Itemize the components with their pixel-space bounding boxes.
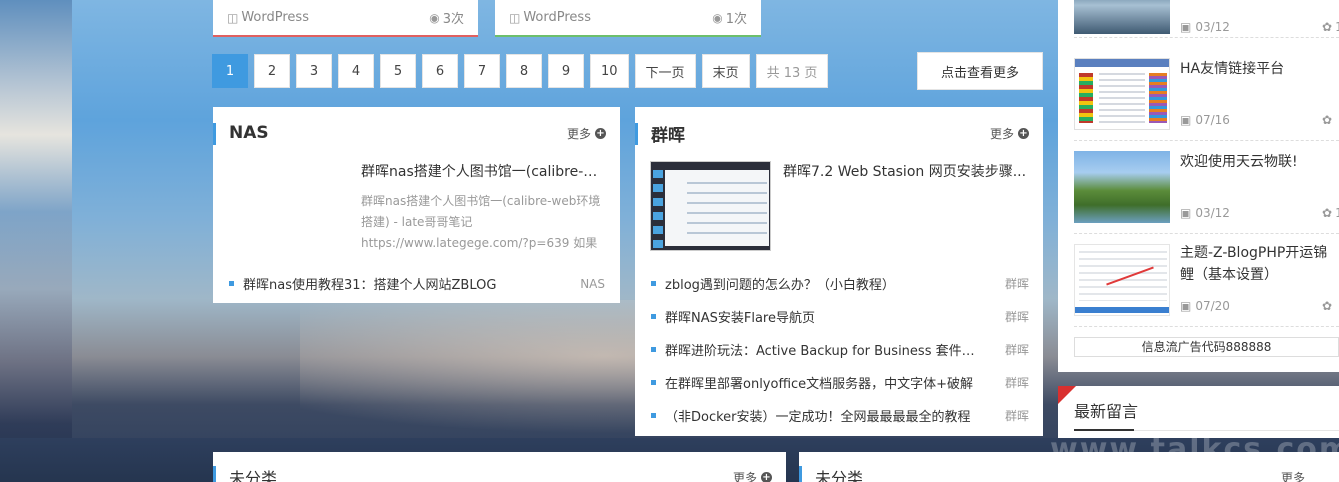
- page-1-button[interactable]: 1: [212, 54, 248, 88]
- page-2-button[interactable]: 2: [254, 54, 290, 88]
- featured-article-title[interactable]: 群晖nas搭建个人图书馆一(calibre-web环境搭建): [361, 161, 607, 181]
- calendar-icon: ▣: [1180, 20, 1192, 34]
- latest-comments-widget: 最新留言: [1058, 386, 1339, 438]
- watermark: www.talkcs.com: [1050, 432, 1339, 467]
- bullet-icon: [651, 314, 656, 319]
- article-thumbnail[interactable]: [1074, 244, 1170, 316]
- plus-circle-icon: +: [761, 471, 772, 482]
- list-item[interactable]: 群晖NAS安装Flare导航页 群晖: [651, 300, 1029, 333]
- page-10-button[interactable]: 10: [590, 54, 629, 88]
- page-9-button[interactable]: 9: [548, 54, 584, 88]
- paw-icon: ✿: [1322, 299, 1333, 313]
- article-views: ✿ 11: [1322, 20, 1339, 34]
- article-card-footer[interactable]: ◫ WordPress ◉ 1次: [495, 0, 761, 37]
- sidebar-item[interactable]: HA友情链接平台 ▣ 07/16 ✿: [1074, 48, 1339, 141]
- article-views: ✿: [1322, 113, 1335, 127]
- article-category[interactable]: ◫ WordPress: [227, 10, 309, 25]
- calendar-icon: ▣: [1180, 299, 1192, 313]
- background-left-strip: [0, 0, 72, 482]
- paw-icon: ✿: [1322, 20, 1333, 34]
- view-more-button[interactable]: 点击查看更多: [917, 52, 1043, 90]
- eye-icon: ◉: [429, 10, 440, 25]
- sidebar-article-list: ▣ 03/12 ✿ 11 HA友情链接平台 ▣ 07/16 ✿ 欢迎使用天云物联…: [1058, 0, 1339, 372]
- article-views: ✿ 11: [1322, 206, 1339, 220]
- title-underline: [1074, 429, 1134, 431]
- article-list: zblog遇到问题的怎么办？（小白教程） 群晖 群晖NAS安装Flare导航页 …: [651, 267, 1029, 432]
- article-date: ▣ 07/16: [1180, 113, 1230, 127]
- article-date: ▣ 03/12: [1180, 206, 1230, 220]
- article-card-footer[interactable]: ◫ WordPress ◉ 3次: [213, 0, 478, 37]
- paw-icon: ✿: [1322, 113, 1333, 127]
- list-item[interactable]: 群晖nas使用教程31：搭建个人网站ZBLOG NAS: [229, 267, 605, 300]
- sidebar-item[interactable]: ▣ 03/12 ✿ 11: [1074, 0, 1339, 38]
- page-7-button[interactable]: 7: [464, 54, 500, 88]
- article-date: ▣ 07/20: [1180, 299, 1230, 313]
- more-link[interactable]: 更多 +: [733, 459, 772, 482]
- article-thumbnail[interactable]: [1074, 58, 1170, 130]
- last-page-button[interactable]: 末页: [701, 54, 750, 88]
- book-icon: ◫: [227, 10, 239, 25]
- bullet-icon: [229, 281, 234, 286]
- featured-article-excerpt: 群晖nas搭建个人图书馆一(calibre-web环境搭建) - late哥哥笔…: [361, 194, 601, 250]
- category-tag[interactable]: 群晖: [1005, 407, 1029, 424]
- list-item[interactable]: 群晖进阶玩法：Active Backup for Business 套件使用教程…: [651, 333, 1029, 366]
- page-6-button[interactable]: 6: [422, 54, 458, 88]
- sidebar-item[interactable]: 主题-Z-BlogPHP开运锦鲤（基本设置） ▣ 07/20 ✿: [1074, 234, 1339, 327]
- panel-title: NAS: [229, 123, 269, 143]
- list-item[interactable]: （非Docker安装）一定成功！全网最最最最全的教程 群晖: [651, 399, 1029, 432]
- calendar-icon: ▣: [1180, 113, 1192, 127]
- panel-header: 未分类 更多 +: [213, 452, 786, 482]
- category-tag[interactable]: NAS: [580, 277, 605, 291]
- total-pages-label: 共 13 页: [755, 54, 829, 88]
- book-icon: ◫: [509, 10, 521, 25]
- article-views: ✿: [1322, 299, 1335, 313]
- featured-article-title[interactable]: 群晖7.2 Web Stasion 网页安装步骤...: [783, 161, 1033, 205]
- bullet-icon: [651, 413, 656, 418]
- panel-title: 未分类: [815, 469, 864, 482]
- category-tag[interactable]: 群晖: [1005, 374, 1029, 391]
- plus-circle-icon: +: [595, 127, 606, 139]
- category-tag[interactable]: 群晖: [1005, 275, 1029, 292]
- page-5-button[interactable]: 5: [380, 54, 416, 88]
- panel-title: 未分类: [229, 469, 278, 482]
- nas-panel: NAS 更多 + 群晖nas搭建个人图书馆一(calibre-web环境搭建) …: [213, 107, 620, 303]
- article-thumbnail[interactable]: [1074, 151, 1170, 223]
- page-3-button[interactable]: 3: [296, 54, 332, 88]
- pagination: 1 2 3 4 5 6 7 8 9 10 下一页 末页 共 13 页: [212, 54, 829, 88]
- qunhui-panel: 群晖 更多 + 群晖7.2 Web Stasion 网页安装步骤... zblo…: [635, 107, 1043, 436]
- panel-header: 群晖 更多 +: [635, 107, 1043, 159]
- list-item[interactable]: 在群晖里部署onlyoffice文档服务器，中文字体+破解 群晖: [651, 366, 1029, 399]
- dsm-dock: [653, 170, 663, 248]
- list-item[interactable]: zblog遇到问题的怎么办？（小白教程） 群晖: [651, 267, 1029, 300]
- article-date: ▣ 03/12: [1180, 20, 1230, 34]
- panel-header: NAS 更多 +: [213, 107, 620, 159]
- category-tag[interactable]: 群晖: [1005, 341, 1029, 358]
- bullet-icon: [651, 347, 656, 352]
- article-views: ◉ 1次: [712, 10, 747, 28]
- featured-thumbnail[interactable]: [650, 161, 771, 251]
- page-4-button[interactable]: 4: [338, 54, 374, 88]
- widget-title: 最新留言: [1074, 402, 1139, 421]
- article-list: 群晖nas使用教程31：搭建个人网站ZBLOG NAS: [229, 267, 605, 300]
- dsm-window: [665, 170, 769, 246]
- article-category[interactable]: ◫ WordPress: [509, 10, 591, 25]
- uncategorized-panel: 未分类 更多 +: [213, 452, 786, 482]
- more-link[interactable]: 更多 +: [990, 125, 1029, 142]
- paw-icon: ✿: [1322, 206, 1333, 220]
- page-8-button[interactable]: 8: [506, 54, 542, 88]
- article-thumbnail[interactable]: [1074, 0, 1170, 34]
- sidebar-item[interactable]: 欢迎使用天云物联! ▣ 03/12 ✿ 11: [1074, 141, 1339, 234]
- panel-title: 群晖: [651, 125, 685, 146]
- eye-icon: ◉: [712, 10, 723, 25]
- ad-banner[interactable]: 信息流广告代码888888: [1074, 337, 1339, 357]
- calendar-icon: ▣: [1180, 206, 1192, 220]
- bullet-icon: [651, 380, 656, 385]
- more-link[interactable]: 更多 +: [567, 125, 606, 142]
- next-page-button[interactable]: 下一页: [634, 54, 696, 88]
- bullet-icon: [651, 281, 656, 286]
- category-tag[interactable]: 群晖: [1005, 308, 1029, 325]
- article-views: ◉ 3次: [429, 10, 464, 28]
- plus-circle-icon: +: [1018, 127, 1029, 139]
